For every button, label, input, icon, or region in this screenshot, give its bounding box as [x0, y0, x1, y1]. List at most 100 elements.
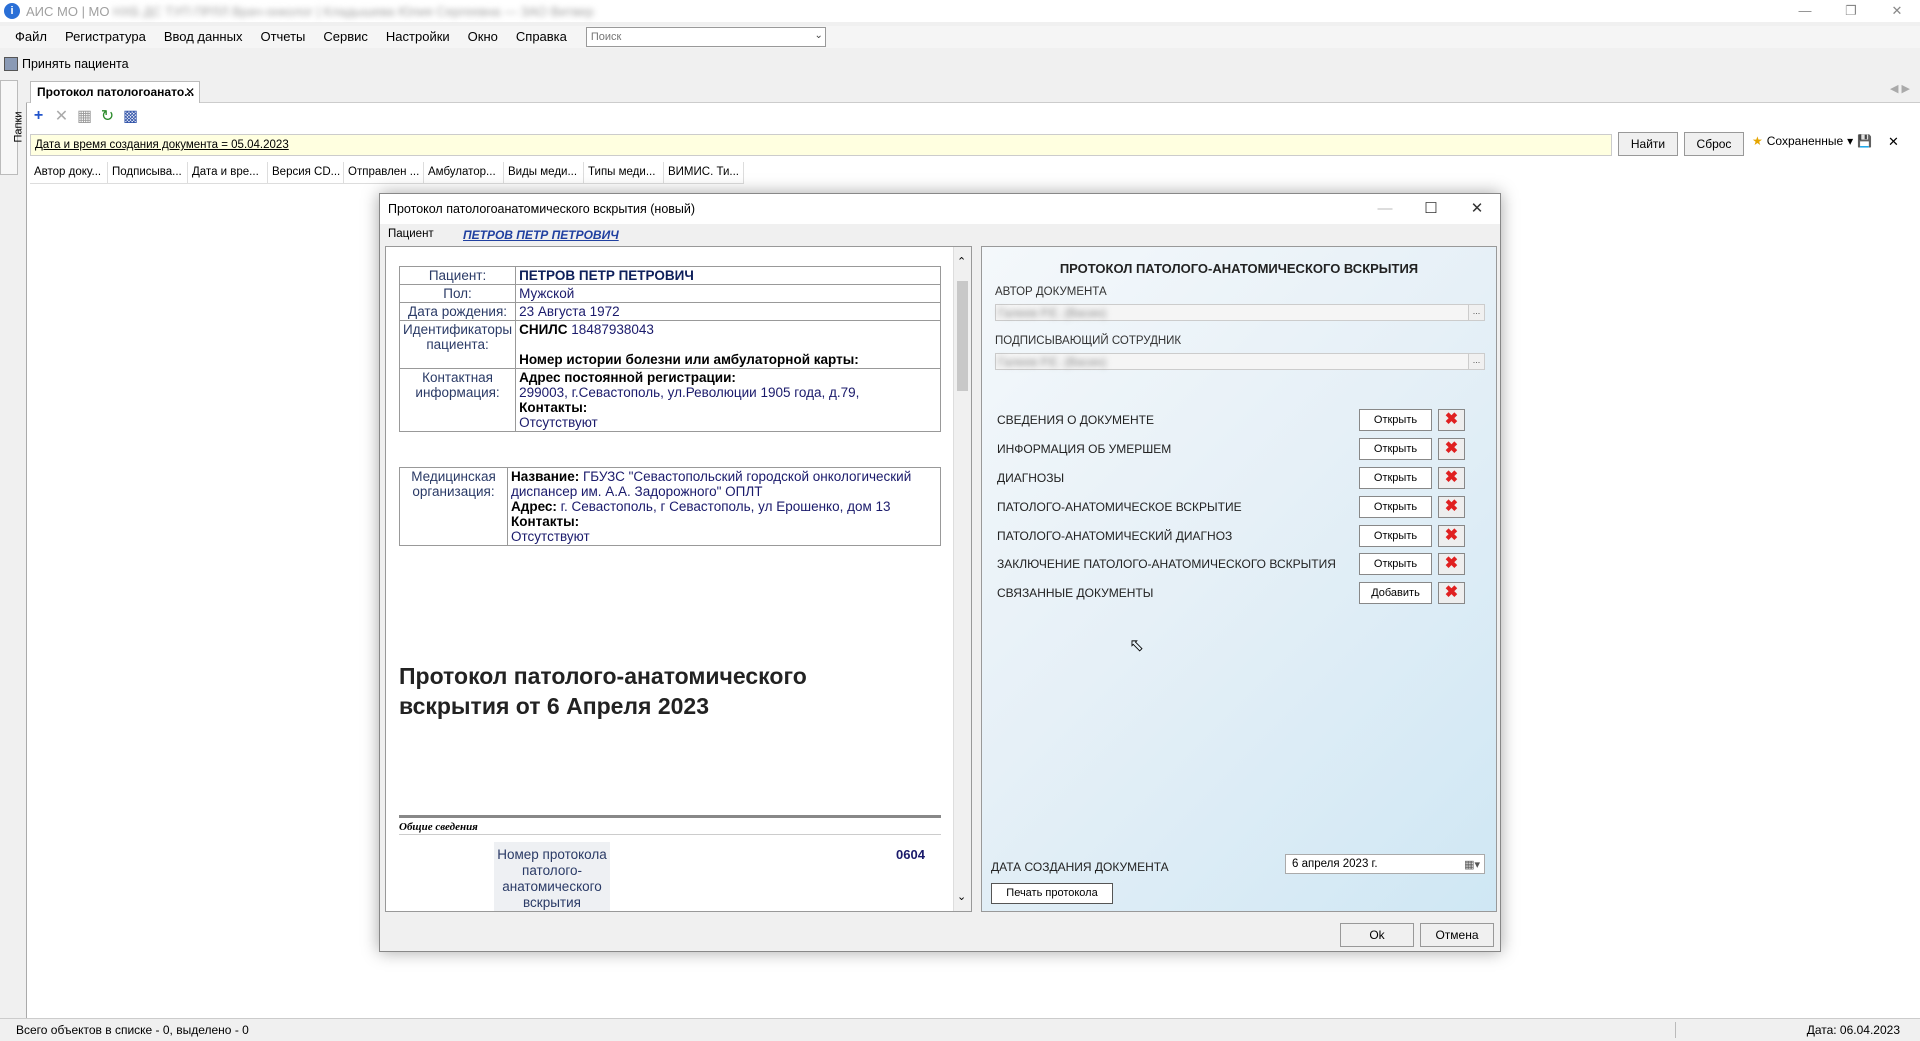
menu-reports[interactable]: Отчеты	[251, 26, 314, 48]
org-contacts-label: Контакты:	[511, 514, 580, 529]
add-icon[interactable]: +	[30, 107, 47, 125]
column-header[interactable]: Версия CD...	[268, 162, 344, 183]
menu-settings[interactable]: Настройки	[377, 26, 459, 48]
menu-bar: Файл Регистратура Ввод данных Отчеты Сер…	[0, 26, 1920, 48]
delete-icon[interactable]: ✖	[1438, 496, 1465, 518]
signer-picker-button[interactable]: ...	[1468, 354, 1484, 369]
scroll-up-icon[interactable]: ⌃	[957, 255, 966, 268]
column-header[interactable]: Подписыва...	[108, 162, 188, 183]
open-path-diagnosis-button[interactable]: Открыть	[1359, 525, 1432, 547]
creation-date-picker[interactable]: 6 апреля 2023 г. ▦▾	[1285, 854, 1485, 874]
preview-scrollbar[interactable]: ⌃ ⌄	[953, 247, 971, 911]
open-conclusion-button[interactable]: Открыть	[1359, 553, 1432, 575]
refresh-icon[interactable]: ↻	[99, 108, 116, 125]
delete-icon[interactable]: ✖	[1438, 525, 1465, 547]
calendar-icon[interactable]: ▦▾	[1464, 856, 1480, 874]
org-value-cell: Название: ГБУЗС "Севастопольский городск…	[507, 467, 941, 546]
column-header[interactable]: Типы меди...	[584, 162, 664, 183]
section-label: ПАТОЛОГО-АНАТОМИЧЕСКИЙ ДИАГНОЗ	[997, 529, 1233, 543]
save-filter-icon[interactable]: 💾	[1857, 134, 1872, 148]
reset-button[interactable]: Сброс	[1684, 132, 1744, 156]
protocol-number-label: Номер протокола патолого-анатомического …	[494, 842, 610, 911]
dob-label-cell: Дата рождения:	[398, 302, 517, 321]
menu-data-entry[interactable]: Ввод данных	[155, 26, 252, 48]
dialog-maximize-button[interactable]: ☐	[1408, 194, 1454, 224]
document-preview[interactable]: Пациент: ПЕТРОВ ПЕТР ПЕТРОВИЧ Пол: Мужск…	[385, 246, 972, 912]
delete-icon[interactable]: ✖	[1438, 438, 1465, 460]
delete-icon[interactable]: ✖	[1438, 467, 1465, 489]
sections-pane: ПРОТОКОЛ ПАТОЛОГО-АНАТОМИЧЕСКОГО ВСКРЫТИ…	[981, 246, 1497, 912]
column-header[interactable]: Дата и вре...	[188, 162, 268, 183]
ok-button[interactable]: Ok	[1340, 923, 1414, 947]
author-field[interactable]: Галеев Р.Е. (Васин) ...	[995, 304, 1485, 321]
accept-patient-button[interactable]: Принять пациента	[22, 57, 129, 71]
author-label: АВТОР ДОКУМЕНТА	[995, 286, 1107, 298]
minimize-button[interactable]: —	[1782, 0, 1828, 22]
snils-value: 18487938043	[571, 322, 654, 337]
filter-text[interactable]: Дата и время создания документа = 05.04.…	[35, 139, 289, 151]
column-header[interactable]: Виды меди...	[504, 162, 584, 183]
column-header[interactable]: Отправлен ...	[344, 162, 424, 183]
protocol-number-value: 0604	[896, 847, 925, 862]
print-protocol-button[interactable]: Печать протокола	[991, 883, 1113, 904]
patient-label: Пациент	[388, 228, 434, 240]
status-date: Дата: 06.04.2023	[1806, 1023, 1900, 1037]
filter-bar[interactable]: Дата и время создания документа = 05.04.…	[30, 134, 1612, 156]
saved-filters-dropdown[interactable]: ★ Сохраненные ▾ 💾	[1752, 134, 1872, 148]
dialog-titlebar: Протокол патологоанатомического вскрытия…	[380, 194, 1500, 224]
tab-protocol[interactable]: Протокол патологоанато... ✕	[30, 81, 200, 103]
dialog-close-button[interactable]: ✕	[1454, 194, 1500, 224]
tab-nav-arrows[interactable]: ◀ ▶	[1890, 82, 1910, 95]
patient-label-cell: Пациент:	[398, 266, 517, 285]
cancel-button[interactable]: Отмена	[1420, 923, 1494, 947]
delete-icon[interactable]: ✖	[1438, 582, 1465, 604]
status-count: Всего объектов в списке - 0, выделено - …	[16, 1023, 249, 1037]
search-input[interactable]	[586, 28, 802, 46]
close-button[interactable]: ✕	[1874, 0, 1920, 22]
find-button[interactable]: Найти	[1618, 132, 1678, 156]
menu-registry[interactable]: Регистратура	[56, 26, 155, 48]
snils-label: СНИЛС	[519, 322, 568, 337]
search-combo[interactable]: ⌄	[585, 27, 826, 47]
mouse-cursor-icon: ⬁	[1129, 635, 1145, 655]
open-diagnoses-button[interactable]: Открыть	[1359, 467, 1432, 489]
add-related-doc-button[interactable]: Добавить	[1359, 582, 1432, 604]
scroll-thumb[interactable]	[957, 281, 968, 391]
delete-icon[interactable]: ✖	[1438, 409, 1465, 431]
folders-side-tab[interactable]: Папки	[0, 80, 24, 175]
protocol-dialog: Протокол патологоанатомического вскрытия…	[379, 193, 1501, 952]
open-deceased-button[interactable]: Открыть	[1359, 438, 1432, 460]
close-tab-icon[interactable]: ✕	[185, 82, 195, 102]
close-filter-icon[interactable]: ✕	[1888, 134, 1899, 150]
author-picker-button[interactable]: ...	[1468, 305, 1484, 320]
history-label: Номер истории болезни или амбулаторной к…	[519, 352, 859, 367]
chevron-down-icon[interactable]: ⌄	[815, 30, 823, 41]
restore-button[interactable]: ❐	[1828, 0, 1874, 22]
open-doc-info-button[interactable]: Открыть	[1359, 409, 1432, 431]
contacts-label: Контакты:	[519, 400, 588, 415]
column-header[interactable]: ВИМИС. Ти...	[664, 162, 744, 183]
section-row-path-diagnosis: ПАТОЛОГО-АНАТОМИЧЕСКИЙ ДИАГНОЗ Открыть ✖	[997, 525, 1487, 547]
delete-icon[interactable]: ✖	[1438, 553, 1465, 575]
creation-date-value: 6 апреля 2023 г.	[1292, 858, 1378, 870]
column-header[interactable]: Амбулатор...	[424, 162, 504, 183]
signer-value: Галеев Р.Е. (Васин)	[998, 355, 1107, 369]
signer-field[interactable]: Галеев Р.Е. (Васин) ...	[995, 353, 1485, 370]
menu-window[interactable]: Окно	[459, 26, 507, 48]
delete-icon[interactable]: ✕	[53, 108, 70, 125]
properties-icon[interactable]: ▦	[76, 108, 93, 125]
scroll-down-icon[interactable]: ⌄	[957, 890, 966, 903]
ids-label-cell: Идентификаторы пациента:	[398, 320, 517, 369]
menu-service[interactable]: Сервис	[314, 26, 377, 48]
dialog-minimize-button[interactable]: —	[1362, 194, 1408, 224]
menu-help[interactable]: Справка	[507, 26, 576, 48]
column-header[interactable]: Автор доку...	[30, 162, 108, 183]
patient-name-cell: ПЕТРОВ ПЕТР ПЕТРОВИЧ	[515, 266, 941, 285]
section-row-related-docs: СВЯЗАННЫЕ ДОКУМЕНТЫ Добавить ✖	[997, 582, 1487, 604]
open-autopsy-button[interactable]: Открыть	[1359, 496, 1432, 518]
patient-link[interactable]: ПЕТРОВ ПЕТР ПЕТРОВИЧ	[463, 228, 619, 242]
org-contacts-value: Отсутствуют	[511, 529, 590, 544]
export-icon[interactable]: ▩	[122, 108, 139, 125]
menu-file[interactable]: Файл	[0, 26, 56, 48]
section-label: ДИАГНОЗЫ	[997, 471, 1065, 485]
